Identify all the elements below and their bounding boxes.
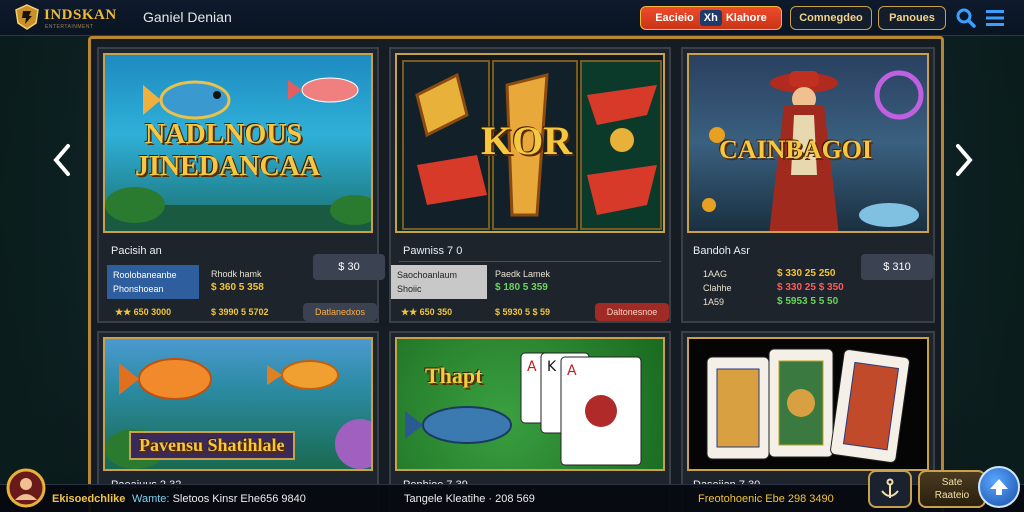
carousel-next-icon[interactable] <box>952 140 976 180</box>
cards-and-fish-illustration: A K A <box>405 352 642 466</box>
info-line-1: 1AAG <box>703 269 728 279</box>
game-art-fish[interactable]: NADLNOUS JINEDANCAA <box>103 53 373 233</box>
info-line-2: Clahhe <box>703 283 732 293</box>
game-card-casino[interactable]: CAINBAGOI Bandoh Asr $ 310 1AAG Clahhe 1… <box>681 47 935 323</box>
info-line-1: Saochoanlaum <box>397 270 458 280</box>
info-left: 1AAG Clahhe 1A59 <box>703 267 732 309</box>
stat-value-2: $ 330 25 $ 350 <box>777 282 844 293</box>
info-line-2: Shoiic <box>397 284 422 294</box>
details-button[interactable]: Datlanedxos <box>303 303 377 321</box>
game-title: Pacisih an <box>111 245 162 257</box>
game-title: Pawniss 7 0 <box>403 245 463 257</box>
info-right-line-1: Rhodk hamk <box>211 269 262 279</box>
logo-icon[interactable] <box>14 4 40 30</box>
casino-button[interactable]: Comnegdeo <box>790 6 872 30</box>
ticker-label: Wamte: <box>132 493 170 505</box>
ticker-right: Freotohoenic Ebe 298 3490 <box>698 493 834 505</box>
info-right: Rhodk hamk $ 360 5 358 <box>211 267 264 295</box>
game-art-slot[interactable]: KOR <box>395 53 665 233</box>
game-board: NADLNOUS JINEDANCAA Pacisih an $ 30 Rool… <box>88 36 944 512</box>
info-box: Saochoanlaum Shoiic <box>391 265 487 299</box>
stat-value-2: $ 5930 5 $ 59 <box>495 307 551 317</box>
info-right: $ 330 25 250 $ 330 25 $ 350 $ 5953 5 5 5… <box>777 267 844 309</box>
top-bar: INDSKAN ENTERTAINMENT Ganiel Denian Eaci… <box>0 0 1024 36</box>
info-box: Roolobaneanbe Phonshoean <box>107 265 199 299</box>
info-line-3: 1A59 <box>703 297 725 307</box>
promo-right-label: Klahore <box>725 12 767 24</box>
price-button[interactable]: $ 30 <box>313 254 385 280</box>
anchor-icon <box>881 478 899 498</box>
carousel-prev-icon[interactable] <box>50 140 74 180</box>
sate-label-2: Raateio <box>934 490 970 501</box>
svg-text:A: A <box>527 359 537 375</box>
forest-left-decor <box>0 36 100 512</box>
sate-label-1: Sate <box>941 477 963 488</box>
ticker-names: Wamte: Sletoos Kinsr Ehe656 9840 <box>132 493 306 505</box>
art-title: Pavensu Shatihlale <box>129 431 295 460</box>
avatar-icon[interactable] <box>6 468 46 508</box>
ticker-mid: Tangele Kleatihe · 208 569 <box>404 493 535 505</box>
art-title: Thapt <box>425 363 483 388</box>
menu-icon[interactable] <box>984 7 1006 29</box>
sate-button[interactable]: Sate Raateio <box>918 470 986 508</box>
nav-title[interactable]: Ganiel Denian <box>143 9 232 25</box>
stat-value: $ 180 5 359 <box>495 282 548 293</box>
scroll-up-button[interactable] <box>978 466 1020 508</box>
game-art-fish-hunt[interactable]: Pavensu Shatihlale <box>103 337 373 471</box>
share-button[interactable] <box>868 470 912 508</box>
game-art-casino[interactable]: CAINBAGOI <box>687 53 929 233</box>
arrow-up-icon <box>990 479 1008 495</box>
art-title: KOR <box>481 118 573 163</box>
pause-button[interactable]: Panoues <box>878 6 946 30</box>
stat-value-2: $ 3990 5 5702 <box>211 307 269 317</box>
game-title: Bandoh Asr <box>693 245 750 257</box>
playing-cards-illustration <box>706 348 910 463</box>
promo-button[interactable]: Eacieio Xh Klahore <box>640 6 782 30</box>
stat-value-3: $ 5953 5 5 50 <box>777 296 839 307</box>
promo-left-label: Eacieio <box>655 12 694 24</box>
svg-text:A: A <box>567 363 577 379</box>
username[interactable]: Ekisoedchlike <box>52 493 125 505</box>
divider <box>399 261 661 262</box>
rating-stars: ★★ 650 3000 <box>115 307 172 317</box>
art-title-line-2: JINEDANCAA <box>135 151 321 182</box>
ticker-value: Sletoos Kinsr Ehe656 9840 <box>172 493 306 505</box>
stat-value: $ 360 5 358 <box>211 282 264 293</box>
brand-name[interactable]: INDSKAN <box>44 7 117 24</box>
info-line-2: Phonshoean <box>113 284 164 294</box>
price-button[interactable]: $ 310 <box>861 254 933 280</box>
game-card-fish[interactable]: NADLNOUS JINEDANCAA Pacisih an $ 30 Rool… <box>97 47 385 323</box>
game-art-poker-fish[interactable]: A K A Thapt <box>395 337 665 471</box>
game-card-slot[interactable]: KOR Pawniss 7 0 Saochoanlaum Shoiic Paed… <box>389 47 671 323</box>
info-right-line-1: Paedk Lamek <box>495 269 551 279</box>
details-button[interactable]: Daltonesnoe <box>595 303 669 321</box>
rating-stars: ★★ 650 350 <box>401 307 453 317</box>
game-art-poker[interactable] <box>687 337 929 471</box>
stat-value-1: $ 330 25 250 <box>777 268 836 279</box>
search-icon[interactable] <box>955 7 977 29</box>
info-right: Paedk Lamek $ 180 5 359 <box>495 267 550 295</box>
promo-badge: Xh <box>699 10 722 26</box>
svg-text:K: K <box>547 359 557 375</box>
info-line-1: Roolobaneanbe <box>113 270 177 280</box>
art-title: CAINBAGOI <box>719 135 873 164</box>
brand-subtitle: ENTERTAINMENT <box>45 24 94 30</box>
art-title-line-1: NADLNOUS <box>145 119 303 150</box>
